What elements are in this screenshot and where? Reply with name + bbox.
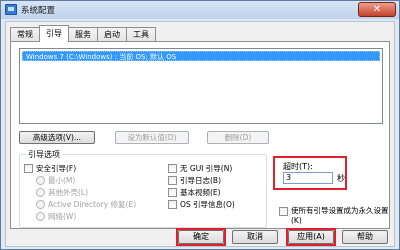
- timeout-label: 超时(T):: [283, 162, 313, 171]
- os-boot-info-checkbox[interactable]: [168, 200, 177, 209]
- tab-general[interactable]: 常规: [10, 27, 40, 42]
- boot-options-group: 引导选项 安全引导(F) 最小(M) 其他外壳(L) Active Direct…: [19, 149, 267, 228]
- tab-startup[interactable]: 启动: [97, 27, 127, 42]
- boot-os-list[interactable]: Windows 7 (C:\Windows) : 当前 OS; 默认 OS: [19, 48, 383, 124]
- os-boot-info-option[interactable]: OS 引导信息(O): [168, 199, 235, 210]
- make-permanent-checkbox[interactable]: [279, 207, 288, 216]
- boot-log-option[interactable]: 引导日志(B): [168, 175, 221, 186]
- tab-strip: 常规 引导 服务 启动 工具: [10, 25, 156, 42]
- safe-boot-option[interactable]: 安全引导(F): [24, 163, 76, 174]
- alternate-shell-radio[interactable]: [36, 188, 45, 197]
- alternate-shell-label: 其他外壳(L): [48, 188, 89, 197]
- network-radio[interactable]: [36, 212, 45, 221]
- timeout-unit: 秒: [337, 174, 345, 183]
- base-video-option[interactable]: 基本视频(E): [168, 187, 221, 198]
- ad-repair-option[interactable]: Active Directory 修复(E): [36, 199, 136, 210]
- ad-repair-radio[interactable]: [36, 200, 45, 209]
- timeout-input[interactable]: 3: [283, 172, 333, 184]
- tab-services[interactable]: 服务: [68, 27, 98, 42]
- boot-log-checkbox[interactable]: [168, 176, 177, 185]
- cancel-button[interactable]: 取消: [232, 230, 278, 244]
- minimal-radio[interactable]: [36, 176, 45, 185]
- delete-button[interactable]: 删除(D): [207, 131, 269, 144]
- base-video-checkbox[interactable]: [168, 188, 177, 197]
- timeout-highlight: 超时(T): 3 秒: [273, 156, 347, 190]
- dialog-client-area: 常规 引导 服务 启动 工具 Windows 7 (C:\Windows) : …: [5, 21, 395, 247]
- help-button[interactable]: 帮助: [342, 230, 388, 244]
- safe-boot-checkbox[interactable]: [24, 164, 33, 173]
- close-button[interactable]: ✕: [358, 2, 396, 17]
- no-gui-label: 无 GUI 引导(N): [180, 164, 233, 173]
- base-video-label: 基本视频(E): [180, 188, 221, 197]
- network-option[interactable]: 网络(W): [36, 211, 76, 222]
- boot-options-title: 引导选项: [26, 149, 62, 160]
- window-title: 系统配置: [21, 6, 56, 16]
- make-permanent-option[interactable]: 使所有引导设置成为永久设置(K): [279, 206, 389, 226]
- no-gui-option[interactable]: 无 GUI 引导(N): [168, 163, 232, 174]
- system-config-icon: [5, 4, 17, 15]
- title-bar[interactable]: 系统配置 ✕: [1, 1, 399, 19]
- network-label: 网络(W): [48, 212, 77, 221]
- minimal-option[interactable]: 最小(M): [36, 175, 75, 186]
- minimal-label: 最小(M): [48, 176, 76, 185]
- make-permanent-label: 使所有引导设置成为永久设置(K): [291, 206, 389, 225]
- ad-repair-label: Active Directory 修复(E): [48, 200, 137, 209]
- ok-highlight: [176, 228, 226, 246]
- os-boot-info-label: OS 引导信息(O): [180, 200, 235, 209]
- tab-boot[interactable]: 引导: [39, 25, 69, 42]
- boot-os-entry[interactable]: Windows 7 (C:\Windows) : 当前 OS; 默认 OS: [22, 51, 380, 61]
- set-default-button[interactable]: 设为默认值(D): [115, 131, 189, 144]
- safe-boot-label: 安全引导(F): [36, 164, 77, 173]
- alternate-shell-option[interactable]: 其他外壳(L): [36, 187, 88, 198]
- apply-highlight: [286, 228, 336, 246]
- advanced-options-button[interactable]: 高级选项(V)...: [19, 131, 95, 144]
- tab-tools[interactable]: 工具: [126, 27, 156, 42]
- boot-tab-panel: Windows 7 (C:\Windows) : 当前 OS; 默认 OS 高级…: [10, 41, 390, 229]
- boot-log-label: 引导日志(B): [180, 176, 221, 185]
- no-gui-checkbox[interactable]: [168, 164, 177, 173]
- system-config-window: 系统配置 ✕ 常规 引导 服务 启动 工具 Windows 7 (C:\Wind…: [0, 0, 400, 250]
